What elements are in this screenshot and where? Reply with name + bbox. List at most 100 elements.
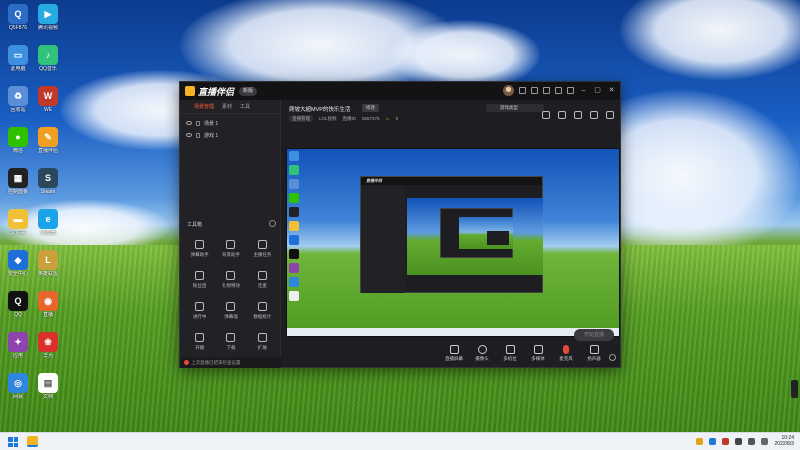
desktop-icon[interactable]: ◉ 直播: [32, 291, 64, 318]
desktop-app-icon: Q: [8, 4, 28, 24]
tray-app-icon[interactable]: [696, 438, 703, 445]
tool-item[interactable]: 数据统计: [247, 302, 278, 327]
minimize-icon[interactable]: –: [579, 86, 588, 95]
visibility-eye-icon[interactable]: [186, 121, 192, 125]
desktop-icon[interactable]: ▭ 此电脑: [2, 45, 34, 72]
lock-icon[interactable]: [196, 132, 200, 138]
battery-icon[interactable]: [761, 438, 768, 445]
screen-capture-button[interactable]: 直播屏幕: [440, 345, 468, 362]
room-manage-pill[interactable]: 直播管理: [289, 115, 313, 122]
microphone-button[interactable]: 麦克风: [552, 345, 580, 362]
app-logo-icon: [185, 86, 195, 96]
desktop-icon[interactable]: ❀ 华为: [32, 332, 64, 359]
lock-icon[interactable]: [558, 111, 566, 119]
desktop-app-icon: ❀: [38, 332, 58, 352]
tool-item[interactable]: 弹幕墙: [215, 302, 246, 327]
tool-item[interactable]: 连麦: [247, 271, 278, 296]
tool-item[interactable]: 礼物特效: [215, 271, 246, 296]
tool-item[interactable]: 主播任务: [247, 240, 278, 265]
desktop-icon[interactable]: Q Q5F876: [2, 4, 34, 31]
desktop-icon[interactable]: ♻ 回收站: [2, 86, 34, 113]
desktop-icon[interactable]: e 浏览器: [32, 209, 64, 236]
tool-label: 连麦: [257, 283, 267, 288]
scene-item[interactable]: 场景 1: [180, 117, 280, 129]
settings-gear-icon[interactable]: [609, 354, 616, 361]
tool-item[interactable]: 进行中: [184, 302, 215, 327]
desktop-icon[interactable]: Q QQ: [2, 291, 34, 318]
desktop-icon[interactable]: ▤ 文档: [32, 373, 64, 400]
tool-item[interactable]: 下载: [215, 333, 246, 358]
windows-start-icon[interactable]: [8, 437, 18, 447]
message-icon[interactable]: [519, 87, 526, 94]
tab-materials[interactable]: 素材: [222, 103, 232, 110]
share-icon[interactable]: [606, 111, 614, 119]
tool-item[interactable]: 开播: [184, 333, 215, 358]
clock[interactable]: 10:24 2022/8/3: [775, 435, 794, 447]
gift-box-icon[interactable]: [542, 111, 550, 119]
live-companion-taskbar-icon[interactable]: [27, 436, 38, 447]
desktop-icon[interactable]: ♪ QQ音乐: [32, 45, 64, 72]
network-icon[interactable]: [735, 438, 742, 445]
gift-icon[interactable]: [531, 87, 538, 94]
desktop-icon-label: 回收站: [10, 107, 26, 113]
category-dropdown[interactable]: 游戏类型: [486, 104, 544, 112]
scene-item[interactable]: 游戏 1: [180, 129, 280, 141]
tab-scenes[interactable]: 场景管理: [194, 103, 214, 110]
sidebar-footer[interactable]: 上次直播已结束检查设置: [180, 357, 281, 368]
desktop-icon[interactable]: ▶ 腾讯视频: [32, 4, 64, 31]
tool-item[interactable]: 扩展: [247, 333, 278, 358]
settings-icon[interactable]: [555, 87, 562, 94]
room-meta: 直播管理 LOL视频 直播ID 5557275 ♨ 0: [289, 115, 398, 122]
tool-icon: [226, 333, 236, 342]
desktop-icon[interactable]: ◎ 网易: [2, 373, 34, 400]
tool-item[interactable]: 粉丝团: [184, 271, 215, 296]
tray-app-icon[interactable]: [722, 438, 729, 445]
menu-icon[interactable]: [567, 87, 574, 94]
desktop-icon[interactable]: S Steam: [32, 168, 64, 195]
speaker-button[interactable]: 扬声器: [580, 345, 608, 362]
toolbox-grid: 弹幕助手 背景助手 主播任务粉丝团 礼物特效 连麦进行中 弹幕墙 数据统计开播 下载 扩展: [184, 240, 278, 358]
edit-title-button[interactable]: 修改: [362, 104, 379, 112]
live-companion-window: 直播伴侣 新版 – ▢ ✕ 场景管理 素材 工具 场景 1 游戏 1 工具箱 弹…: [179, 81, 621, 368]
desktop-icon[interactable]: W WE: [32, 86, 64, 113]
tab-tools[interactable]: 工具: [240, 103, 250, 110]
comment-icon[interactable]: [574, 111, 582, 119]
close-icon[interactable]: ✕: [607, 86, 616, 95]
security-icon[interactable]: [709, 438, 716, 445]
main-panel: 爬坡大超MVP的快乐生活 修改 游戏类型 直播管理 LOL视频 直播ID 555…: [282, 100, 620, 368]
warning-icon: [184, 360, 189, 365]
stream-preview[interactable]: 直播伴侣: [286, 148, 620, 337]
desktop-icon[interactable]: ◆ 安全中心: [2, 250, 34, 277]
desktop-icon[interactable]: ✎ 直播伴侣: [32, 127, 64, 154]
tool-icon: [257, 333, 267, 342]
desktop-icon[interactable]: ● 微信: [2, 127, 34, 154]
tool-label: 礼物特效: [221, 283, 240, 288]
version-badge[interactable]: 新版: [239, 86, 258, 96]
start-live-button[interactable]: 开始直播: [574, 329, 614, 341]
lock-icon[interactable]: [196, 120, 200, 126]
help-icon[interactable]: [269, 220, 276, 227]
multi-cam-button[interactable]: 多机位: [496, 345, 524, 362]
maximize-icon[interactable]: ▢: [593, 86, 602, 95]
fire-icon: ♨: [385, 115, 390, 121]
media-button[interactable]: 多媒体: [524, 345, 552, 362]
tool-label: 弹幕助手: [190, 252, 209, 257]
volume-icon[interactable]: [748, 438, 755, 445]
share-icon[interactable]: [543, 87, 550, 94]
camera-button[interactable]: 摄像头: [468, 345, 496, 362]
desktop-icon[interactable]: ▬ 文件夹: [2, 209, 34, 236]
tool-item[interactable]: 弹幕助手: [184, 240, 215, 265]
title-bar: 直播伴侣 新版 – ▢ ✕: [180, 82, 620, 100]
desktop-icon[interactable]: ✦ 应用: [2, 332, 34, 359]
chat-icon[interactable]: [590, 111, 598, 119]
desktop-icon-label: QQ: [14, 312, 22, 318]
visibility-eye-icon[interactable]: [186, 133, 192, 137]
camera-icon: [477, 345, 487, 354]
desktop-side-handle[interactable]: [791, 380, 798, 398]
user-avatar[interactable]: [503, 85, 514, 96]
tool-label: 进行中: [192, 314, 207, 319]
desktop-icon[interactable]: ▦ 控制面板: [2, 168, 34, 195]
desktop-icon[interactable]: L 英雄联盟: [32, 250, 64, 277]
tool-icon: [226, 271, 236, 280]
tool-item[interactable]: 背景助手: [215, 240, 246, 265]
